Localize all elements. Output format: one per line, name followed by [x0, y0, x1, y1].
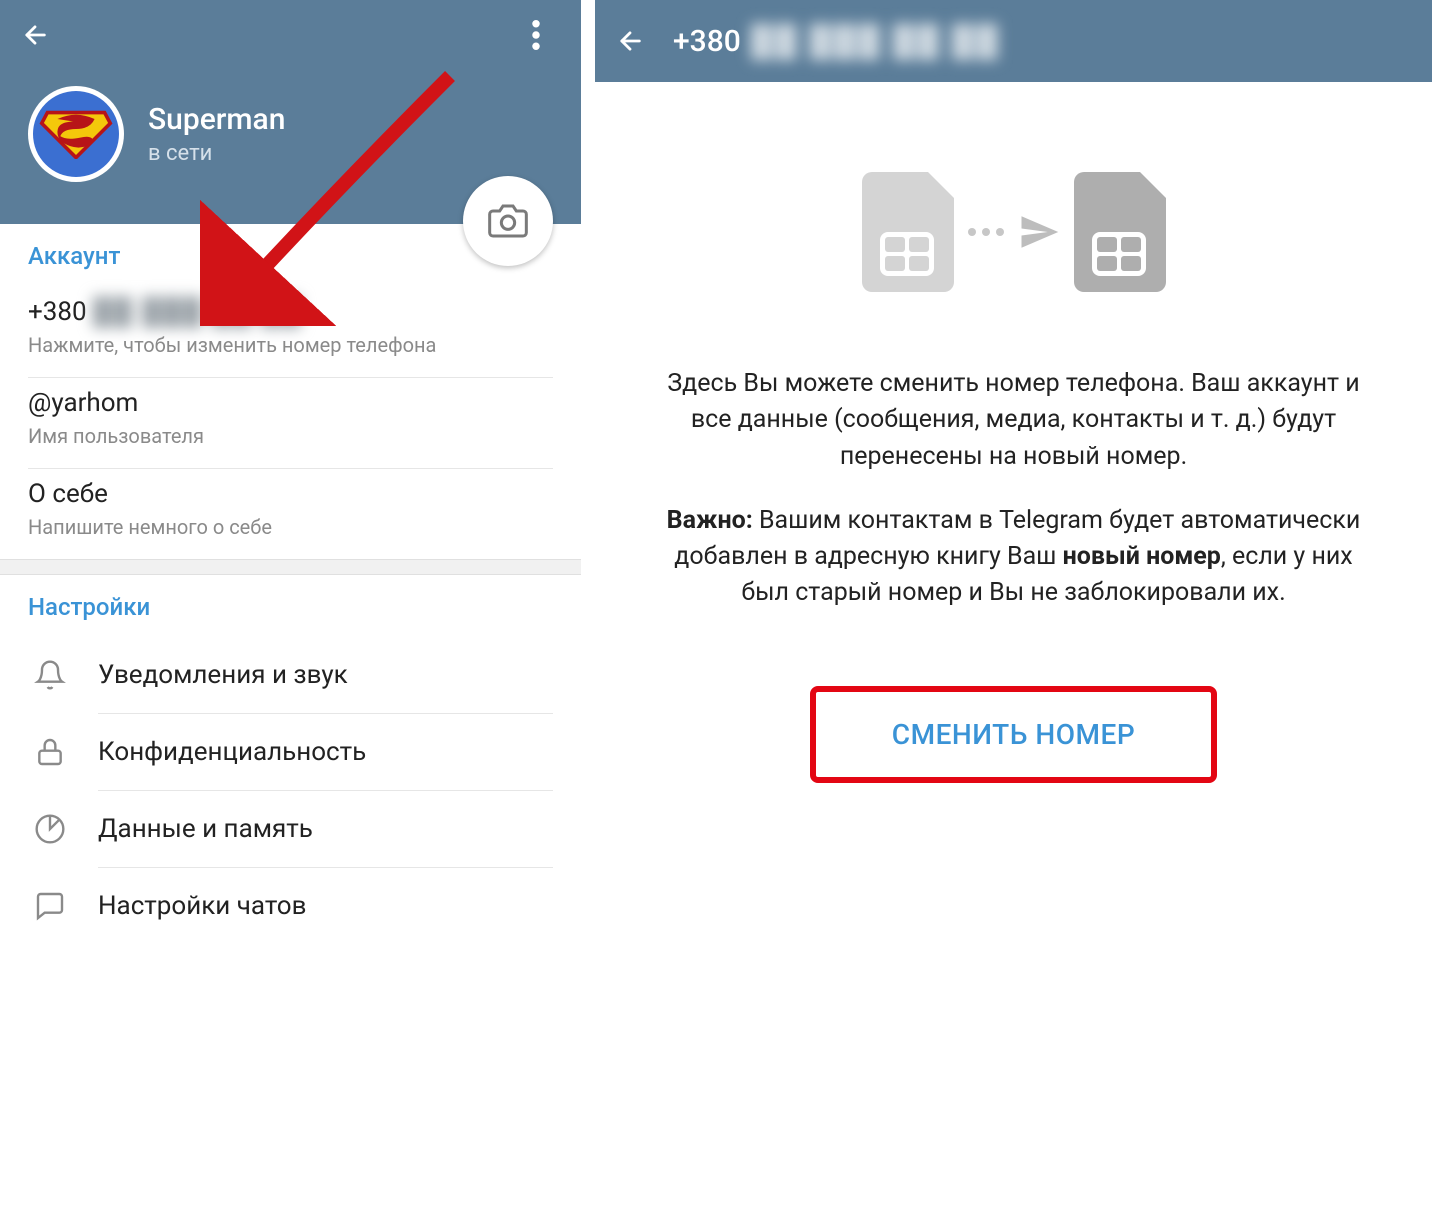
settings-header: Настройки [28, 593, 553, 621]
profile-name: Superman [148, 102, 285, 137]
change-number-button[interactable]: СМЕНИТЬ НОМЕР [810, 686, 1217, 783]
change-number-label: СМЕНИТЬ НОМЕР [892, 718, 1135, 751]
header-phone-prefix: +380 [673, 24, 741, 59]
info-paragraph-1: Здесь Вы можете сменить номер телефона. … [664, 366, 1364, 475]
sim-new-icon [1074, 172, 1166, 292]
more-button[interactable] [501, 0, 571, 70]
camera-icon [488, 201, 528, 241]
bio-item[interactable]: О себе Напишите немного о себе [28, 469, 553, 553]
bio-hint: Напишите немного о себе [28, 515, 553, 539]
pie-icon [34, 813, 66, 845]
username-value: @yarhom [28, 388, 553, 418]
settings-item-label: Данные и память [98, 814, 313, 844]
header-phone: +380 ██ ███ ██ ██ [673, 24, 1000, 59]
settings-item-privacy[interactable]: Конфиденциальность [28, 714, 553, 790]
more-vertical-icon [532, 20, 540, 50]
sim-transfer-illustration [635, 172, 1392, 292]
plane-icon [1018, 211, 1060, 253]
phone-prefix: +380 [28, 297, 87, 327]
account-section: Аккаунт +380 ██ ███ ██ ██ Нажмите, чтобы… [0, 224, 581, 559]
settings-item-data[interactable]: Данные и память [28, 791, 553, 867]
phone-number-item[interactable]: +380 ██ ███ ██ ██ Нажмите, чтобы изменит… [28, 286, 553, 371]
back-button[interactable] [595, 6, 665, 76]
important-label: Важно: [667, 506, 753, 535]
username-item[interactable]: @yarhom Имя пользователя [28, 378, 553, 462]
settings-profile-screen: Superman в сети Аккаунт +380 [0, 0, 595, 1226]
username-hint: Имя пользователя [28, 424, 553, 448]
bio-label: О себе [28, 479, 553, 509]
info-paragraph-2: Важно: Вашим контактам в Telegram будет … [664, 503, 1364, 612]
settings-item-chat[interactable]: Настройки чатов [28, 868, 553, 944]
arrow-left-icon [21, 21, 49, 49]
chat-icon [34, 890, 66, 922]
superman-logo-icon [39, 109, 113, 159]
sim-old-icon [862, 172, 954, 292]
section-divider [0, 559, 581, 575]
profile-status: в сети [148, 141, 285, 166]
bell-icon [34, 659, 66, 691]
settings-item-label: Уведомления и звук [98, 660, 348, 690]
settings-item-notifications[interactable]: Уведомления и звук [28, 637, 553, 713]
change-number-header: +380 ██ ███ ██ ██ [595, 0, 1432, 82]
new-number-bold: новый номер [1063, 542, 1221, 571]
dots-icon [968, 228, 1004, 236]
change-photo-button[interactable] [463, 176, 553, 266]
header-phone-blurred: ██ ███ ██ ██ [751, 24, 1001, 59]
phone-hint: Нажмите, чтобы изменить номер телефона [28, 333, 553, 357]
info-text: Здесь Вы можете сменить номер телефона. … [664, 366, 1364, 612]
arrow-left-icon [616, 27, 644, 55]
phone-blurred: ██ ███ ██ ██ [93, 297, 302, 327]
settings-item-label: Настройки чатов [98, 891, 307, 921]
profile-header: Superman в сети [0, 0, 581, 224]
back-button[interactable] [0, 0, 70, 70]
avatar[interactable] [28, 86, 124, 182]
settings-section: Настройки Уведомления и звук Конфиденциа… [0, 575, 581, 950]
lock-icon [34, 736, 66, 768]
change-number-screen: +380 ██ ███ ██ ██ Здесь Вы можете сменит… [595, 0, 1432, 1226]
settings-item-label: Конфиденциальность [98, 737, 366, 767]
